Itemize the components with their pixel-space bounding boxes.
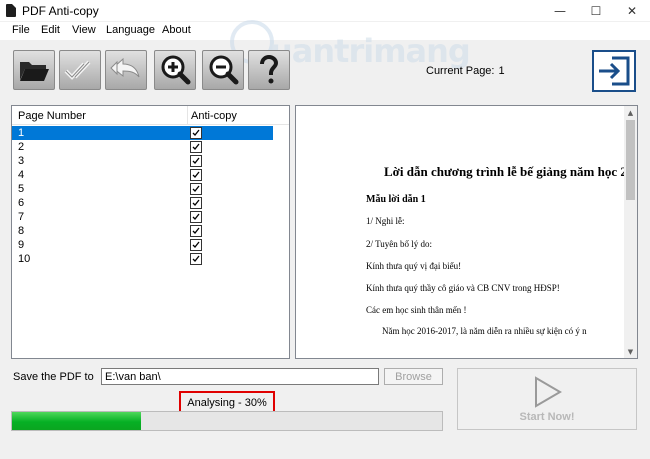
list-header: Page Number Anti-copy xyxy=(12,106,289,125)
progress-bar xyxy=(11,411,443,431)
menu-language[interactable]: Language xyxy=(106,24,155,36)
zoom-in-button[interactable] xyxy=(154,50,196,90)
table-row[interactable]: 4 xyxy=(12,168,273,182)
table-row[interactable]: 6 xyxy=(12,196,273,210)
column-anti-copy[interactable]: Anti-copy xyxy=(191,110,237,122)
start-button[interactable]: Start Now! xyxy=(457,368,637,430)
app-icon xyxy=(6,4,16,17)
anti-copy-checkbox[interactable] xyxy=(190,183,202,195)
document-line: 2/ Tuyên bố lý do: xyxy=(366,239,433,249)
document-line: Các em học sinh thân mến ! xyxy=(366,305,467,315)
page-number-cell: 10 xyxy=(18,253,31,265)
page-number-cell: 9 xyxy=(18,239,25,251)
current-page-value: 1 xyxy=(498,65,505,77)
page-number-cell: 5 xyxy=(18,183,25,195)
exit-icon xyxy=(599,56,630,86)
document-view: Lời dẫn chương trình lễ bế giảng năm học… xyxy=(296,106,626,358)
checkmark-icon xyxy=(192,199,200,206)
page-number-cell: 1 xyxy=(18,127,25,139)
scroll-down-icon[interactable]: ▼ xyxy=(624,345,637,358)
checkmark-icon xyxy=(192,241,200,248)
column-separator[interactable] xyxy=(187,106,188,125)
page-number-cell: 3 xyxy=(18,155,25,167)
start-label: Start Now! xyxy=(519,411,575,423)
anti-copy-checkbox[interactable] xyxy=(190,225,202,237)
minimize-button[interactable]: — xyxy=(542,0,578,22)
window-title: PDF Anti-copy xyxy=(22,4,99,18)
document-line: Mẫu lời dẫn 1 xyxy=(366,194,426,205)
scroll-up-icon[interactable]: ▲ xyxy=(624,106,637,119)
save-label: Save the PDF to xyxy=(13,371,94,383)
anti-copy-checkbox[interactable] xyxy=(190,141,202,153)
current-page-indicator: Current Page: 1 xyxy=(426,65,509,77)
menu-file[interactable]: File xyxy=(12,24,30,36)
page-number-cell: 4 xyxy=(18,169,25,181)
document-line: Kính thưa quý vị đại biểu! xyxy=(366,261,462,271)
zoom-out-button[interactable] xyxy=(202,50,244,90)
open-button[interactable] xyxy=(13,50,55,90)
checkmark-icon xyxy=(192,157,200,164)
help-button[interactable] xyxy=(248,50,290,90)
preview-scrollbar[interactable]: ▲ ▼ xyxy=(624,106,637,358)
page-number-cell: 6 xyxy=(18,197,25,209)
check-all-button[interactable] xyxy=(59,50,101,90)
checkmark-icon xyxy=(192,255,200,262)
table-row[interactable]: 3 xyxy=(12,154,273,168)
checkmark-icon xyxy=(192,143,200,150)
table-row[interactable]: 9 xyxy=(12,238,273,252)
checkmark-icon xyxy=(192,171,200,178)
document-line: Kính thưa quý thầy cô giáo và CB CNV tro… xyxy=(366,283,560,293)
zoom-in-icon xyxy=(161,55,191,85)
progress-fill xyxy=(12,412,141,430)
menu-edit[interactable]: Edit xyxy=(41,24,60,36)
zoom-out-icon xyxy=(209,55,239,85)
document-line: Năm học 2016-2017, là năm diễn ra nhiều … xyxy=(382,326,587,336)
table-row[interactable]: 7 xyxy=(12,210,273,224)
checkmark-icon xyxy=(192,227,200,234)
help-icon xyxy=(260,54,279,84)
checkmark-icon xyxy=(192,213,200,220)
back-icon xyxy=(110,57,140,78)
page-number-cell: 7 xyxy=(18,211,25,223)
document-line: 1/ Nghi lễ: xyxy=(366,216,405,226)
save-path-input[interactable] xyxy=(101,368,379,385)
table-row[interactable]: 2 xyxy=(12,140,273,154)
check-all-icon xyxy=(64,60,91,80)
play-icon xyxy=(535,376,562,408)
anti-copy-checkbox[interactable] xyxy=(190,155,202,167)
menu-view[interactable]: View xyxy=(72,24,96,36)
maximize-button[interactable]: ☐ xyxy=(578,0,614,22)
anti-copy-checkbox[interactable] xyxy=(190,211,202,223)
page-list[interactable]: Page Number Anti-copy 1 2 3 4 5 6 7 8 9 10 xyxy=(11,105,290,359)
menu-about[interactable]: About xyxy=(162,24,191,36)
checkmark-icon xyxy=(192,129,200,136)
open-folder-icon xyxy=(20,62,49,81)
back-button[interactable] xyxy=(105,50,147,90)
current-page-label: Current Page: xyxy=(426,65,495,77)
page-number-cell: 8 xyxy=(18,225,25,237)
table-row[interactable]: 8 xyxy=(12,224,273,238)
anti-copy-checkbox[interactable] xyxy=(190,127,202,139)
table-row[interactable]: 10 xyxy=(12,252,273,266)
checkmark-icon xyxy=(192,185,200,192)
document-title: Lời dẫn chương trình lễ bế giảng năm học… xyxy=(384,164,626,179)
exit-button[interactable] xyxy=(592,50,636,92)
column-page-number[interactable]: Page Number xyxy=(18,110,86,122)
anti-copy-checkbox[interactable] xyxy=(190,253,202,265)
anti-copy-checkbox[interactable] xyxy=(190,239,202,251)
page-preview: Lời dẫn chương trình lễ bế giảng năm học… xyxy=(295,105,638,359)
anti-copy-checkbox[interactable] xyxy=(190,197,202,209)
page-number-cell: 2 xyxy=(18,141,25,153)
anti-copy-checkbox[interactable] xyxy=(190,169,202,181)
scroll-thumb[interactable] xyxy=(626,120,635,200)
table-row[interactable]: 5 xyxy=(12,182,273,196)
close-button[interactable]: ✕ xyxy=(614,0,650,22)
table-row[interactable]: 1 xyxy=(12,126,273,140)
browse-button[interactable]: Browse xyxy=(384,368,443,385)
